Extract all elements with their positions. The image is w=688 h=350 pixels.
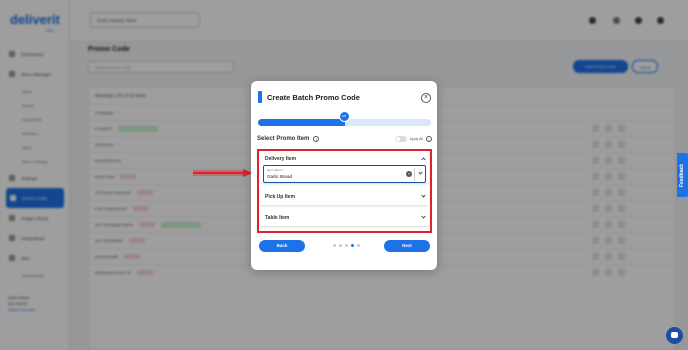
- chevron-up-icon: [421, 157, 426, 162]
- feedback-tab[interactable]: Feedback: [677, 153, 688, 197]
- progress-fill: [258, 119, 345, 126]
- chevron-down-icon[interactable]: [418, 170, 423, 175]
- info-icon[interactable]: i: [426, 136, 432, 142]
- step-dot: [351, 244, 354, 247]
- accordion-title: Delivery Item: [265, 156, 297, 162]
- modal-header: Create Batch Promo Code: [258, 91, 360, 103]
- section-title: Select Promo Item i: [257, 136, 320, 142]
- accordion-pickup-header[interactable]: Pick Up Item: [260, 187, 429, 205]
- chevron-down-icon: [421, 193, 426, 198]
- field-label: Item Name *: [267, 168, 284, 172]
- modal-title: Create Batch Promo Code: [267, 92, 360, 102]
- annotation-arrow: [193, 169, 253, 177]
- accordion-delivery-header[interactable]: Delivery Item: [260, 152, 429, 165]
- accordion-pickup[interactable]: Pick Up Item: [260, 187, 429, 205]
- create-batch-promo-modal: Create Batch Promo Code × 4/5 Select Pro…: [251, 81, 437, 270]
- apply-all-toggle[interactable]: [394, 136, 407, 142]
- accordion-title: Table Item: [265, 215, 290, 221]
- chevron-down-icon: [421, 214, 426, 219]
- step-dot: [339, 244, 342, 247]
- accordion-delivery: Delivery Item Item Name * Garlic Bread ×: [260, 152, 429, 183]
- close-icon[interactable]: ×: [421, 93, 431, 103]
- back-button[interactable]: Back: [259, 240, 305, 252]
- apply-all-control: Apply All i: [394, 136, 432, 142]
- next-button[interactable]: Next: [384, 240, 430, 252]
- accordion-table-header[interactable]: Table Item: [260, 208, 429, 226]
- field-divider: [414, 168, 415, 181]
- progress-bar: 4/5: [258, 111, 431, 126]
- step-dot: [345, 244, 348, 247]
- step-dot: [357, 244, 360, 247]
- apply-all-label: Apply All: [409, 137, 423, 141]
- title-accent-bar: [258, 91, 262, 103]
- field-value: Garlic Bread: [267, 174, 293, 179]
- step-indicator: [333, 244, 360, 247]
- clear-icon[interactable]: ×: [406, 171, 412, 177]
- chat-bubble-icon[interactable]: [666, 327, 683, 344]
- highlight-box: Delivery Item Item Name * Garlic Bread ×…: [257, 149, 432, 233]
- info-icon[interactable]: i: [313, 136, 320, 142]
- step-dot: [333, 244, 336, 247]
- accordion-title: Pick Up Item: [265, 194, 296, 200]
- progress-step-marker: 4/5: [338, 111, 350, 122]
- item-name-select[interactable]: Item Name * Garlic Bread ×: [263, 165, 426, 183]
- accordion-table[interactable]: Table Item: [260, 208, 429, 226]
- section-title-text: Select Promo Item: [257, 136, 310, 142]
